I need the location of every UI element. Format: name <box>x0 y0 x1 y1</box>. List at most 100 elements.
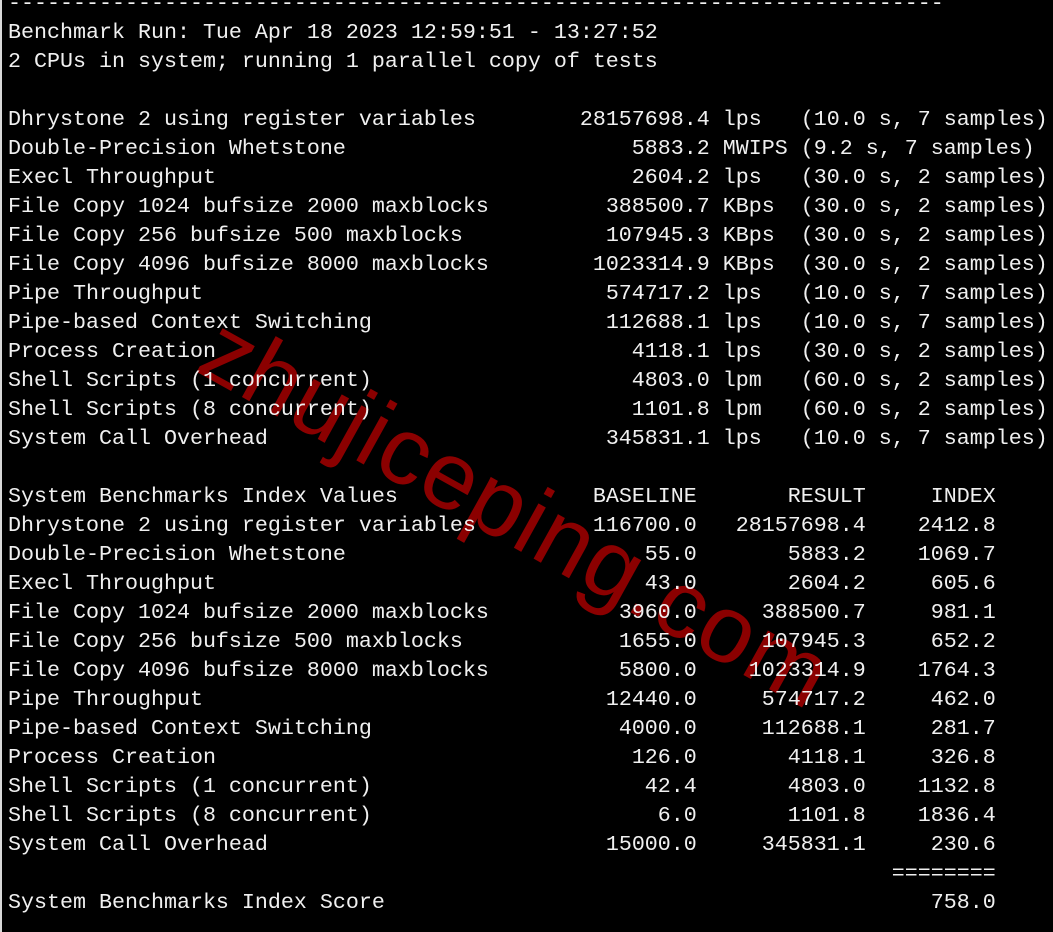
raw-result-row: Pipe-based Context Switching 112688.1 lp… <box>8 308 1048 337</box>
raw-result-row: System Call Overhead 345831.1 lps (10.0 … <box>8 424 1048 453</box>
test-detail: (60.0 s, 2 samples) <box>800 368 1048 393</box>
test-detail: (30.0 s, 2 samples) <box>800 252 1048 277</box>
baseline-value: 43.0 <box>592 571 697 596</box>
test-unit: KBps <box>722 194 788 219</box>
test-value: 1101.8 <box>566 397 710 422</box>
test-name: Pipe-based Context Switching <box>8 716 593 741</box>
test-name: System Call Overhead <box>8 832 593 857</box>
test-value: 5883.2 <box>566 136 710 161</box>
index-value: 1836.4 <box>865 803 996 828</box>
test-detail: (60.0 s, 2 samples) <box>800 397 1048 422</box>
test-unit: lps <box>722 426 788 451</box>
index-value: 326.8 <box>865 745 996 770</box>
index-value: 281.7 <box>865 716 996 741</box>
baseline-value: 15000.0 <box>592 832 697 857</box>
index-table-row: Double-Precision Whetstone 55.0 5883.2 1… <box>8 540 1048 569</box>
index-value: 2412.8 <box>865 513 996 538</box>
test-name: File Copy 1024 bufsize 2000 maxblocks <box>8 194 567 219</box>
terminal-output: ----------------------------------------… <box>8 0 1048 917</box>
index-table-row: Pipe Throughput 12440.0 574717.2 462.0 <box>8 685 1048 714</box>
result-value: 388500.7 <box>696 600 866 625</box>
test-detail: (9.2 s, 7 samples) <box>800 136 1035 161</box>
test-name: Double-Precision Whetstone <box>8 136 567 161</box>
index-table-row: Pipe-based Context Switching 4000.0 1126… <box>8 714 1048 743</box>
window-left-border <box>0 0 2 932</box>
test-name: Dhrystone 2 using register variables <box>8 513 593 538</box>
column-header-index: INDEX <box>865 484 996 509</box>
test-name: File Copy 256 bufsize 500 maxblocks <box>8 629 593 654</box>
baseline-value: 4000.0 <box>592 716 697 741</box>
test-value: 28157698.4 <box>566 107 710 132</box>
test-value: 4118.1 <box>566 339 710 364</box>
result-value: 1101.8 <box>696 803 866 828</box>
index-table-title: System Benchmarks Index Values <box>8 484 593 509</box>
test-name: Shell Scripts (8 concurrent) <box>8 397 567 422</box>
index-header-line: System Benchmarks Index Values BASELINE … <box>8 482 1048 511</box>
result-value: 1023314.9 <box>696 658 866 683</box>
result-value: 2604.2 <box>696 571 866 596</box>
baseline-value: 5800.0 <box>592 658 697 683</box>
test-value: 345831.1 <box>566 426 710 451</box>
test-unit: lps <box>722 281 788 306</box>
test-name: Process Creation <box>8 339 567 364</box>
test-detail: (30.0 s, 2 samples) <box>800 194 1048 219</box>
result-value: 28157698.4 <box>696 513 866 538</box>
raw-result-row: Shell Scripts (1 concurrent) 4803.0 lpm … <box>8 366 1048 395</box>
test-detail: (10.0 s, 7 samples) <box>800 107 1048 132</box>
raw-result-row: Process Creation 4118.1 lps (30.0 s, 2 s… <box>8 337 1048 366</box>
test-name: File Copy 4096 bufsize 8000 maxblocks <box>8 252 567 277</box>
test-value: 1023314.9 <box>566 252 710 277</box>
index-score-line: System Benchmarks Index Score 758.0 <box>8 888 1048 917</box>
result-value: 345831.1 <box>696 832 866 857</box>
index-value: 230.6 <box>865 832 996 857</box>
index-value: 652.2 <box>865 629 996 654</box>
test-name: Process Creation <box>8 745 593 770</box>
test-name: Pipe-based Context Switching <box>8 310 567 335</box>
raw-result-row: Pipe Throughput 574717.2 lps (10.0 s, 7 … <box>8 279 1048 308</box>
test-name: Pipe Throughput <box>8 281 567 306</box>
raw-result-row: Double-Precision Whetstone 5883.2 MWIPS … <box>8 134 1048 163</box>
test-name: File Copy 4096 bufsize 8000 maxblocks <box>8 658 593 683</box>
test-name: Shell Scripts (1 concurrent) <box>8 774 593 799</box>
test-unit: MWIPS <box>722 136 788 161</box>
total-rule-line: ======== <box>8 859 1048 888</box>
index-value: 1764.3 <box>865 658 996 683</box>
index-score-value: 758.0 <box>592 890 996 915</box>
test-detail: (30.0 s, 2 samples) <box>800 223 1048 248</box>
test-unit: lpm <box>722 368 788 393</box>
raw-result-row: Shell Scripts (8 concurrent) 1101.8 lpm … <box>8 395 1048 424</box>
cpu-info-line: 2 CPUs in system; running 1 parallel cop… <box>8 49 658 74</box>
index-table-row: File Copy 1024 bufsize 2000 maxblocks 39… <box>8 598 1048 627</box>
test-unit: lpm <box>722 397 788 422</box>
baseline-value: 42.4 <box>592 774 697 799</box>
baseline-value: 126.0 <box>592 745 697 770</box>
test-value: 4803.0 <box>566 368 710 393</box>
test-name: File Copy 1024 bufsize 2000 maxblocks <box>8 600 593 625</box>
test-name: Dhrystone 2 using register variables <box>8 107 567 132</box>
test-unit: lps <box>722 107 788 132</box>
benchmark-run-line: Benchmark Run: Tue Apr 18 2023 12:59:51 … <box>8 20 658 45</box>
test-name: File Copy 256 bufsize 500 maxblocks <box>8 223 567 248</box>
test-unit: lps <box>722 339 788 364</box>
test-name: Shell Scripts (8 concurrent) <box>8 803 593 828</box>
result-value: 574717.2 <box>696 687 866 712</box>
